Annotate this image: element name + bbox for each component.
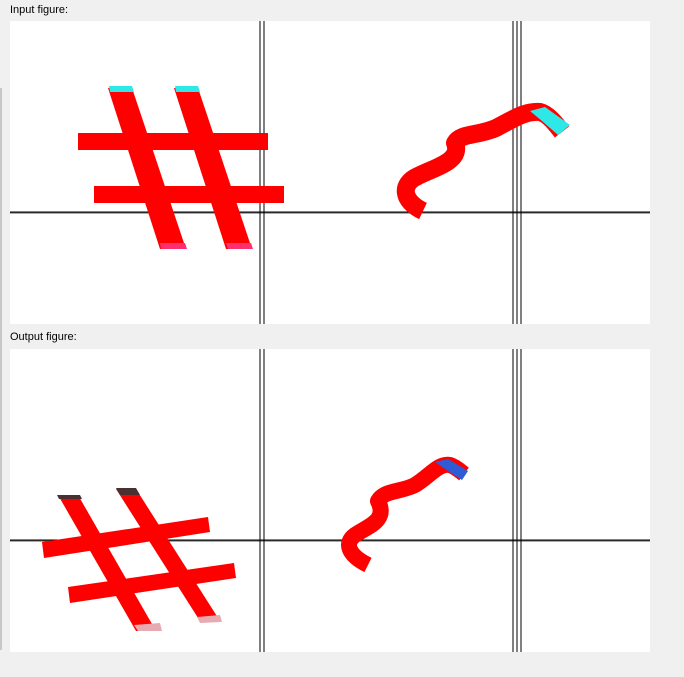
left-window-edge <box>0 88 2 650</box>
output-figure-label: Output figure: <box>10 331 77 343</box>
output-figure-canvas <box>10 349 650 652</box>
output-hash-symbol <box>42 488 236 631</box>
input-figure-canvas <box>10 21 650 324</box>
output-brace-symbol <box>341 456 469 573</box>
input-brace-symbol <box>396 102 570 220</box>
input-hash-symbol <box>78 86 284 249</box>
input-figure-label: Input figure: <box>10 4 69 16</box>
